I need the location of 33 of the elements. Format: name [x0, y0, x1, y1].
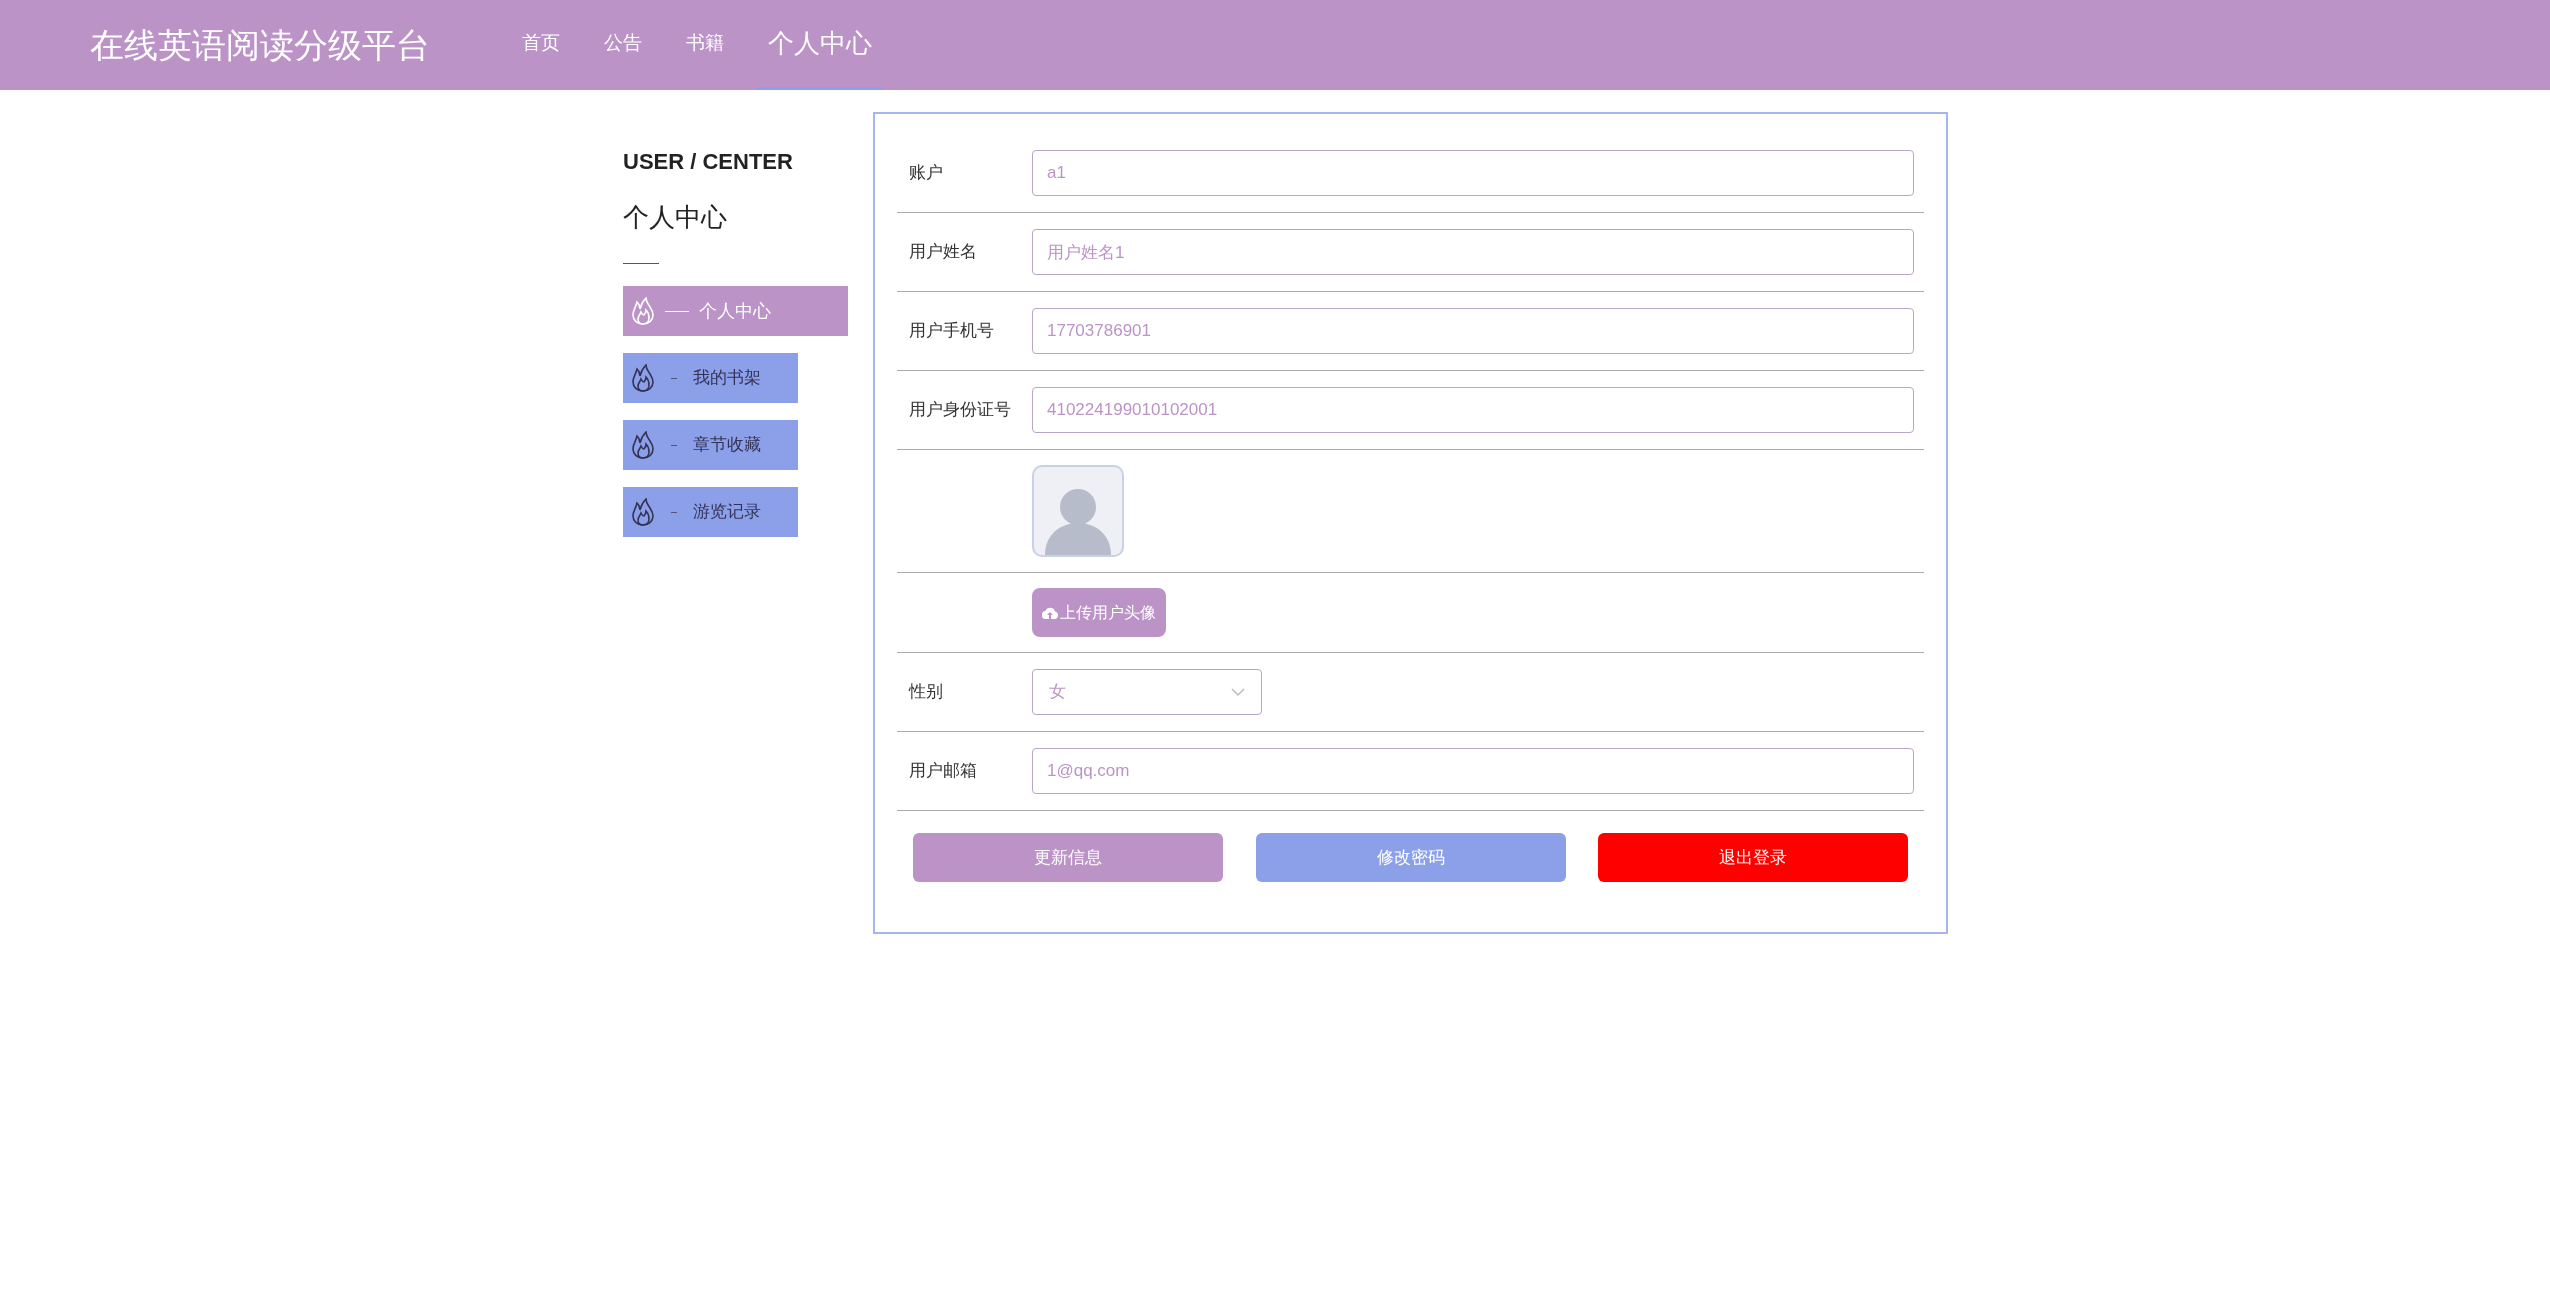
field-label: 用户姓名 — [909, 242, 977, 262]
cloud-upload-icon — [1042, 606, 1058, 619]
flame-icon — [631, 431, 655, 459]
field-label: 用户身份证号 — [909, 400, 1011, 420]
site-title: 在线英语阅读分级平台 — [90, 24, 430, 66]
section-heading: USER / CENTER — [623, 148, 794, 176]
input-field[interactable]: 410224199010102001 — [1032, 387, 1914, 433]
form-action-button[interactable]: 更新信息 — [913, 833, 1223, 882]
input-field[interactable]: a1 — [1032, 150, 1914, 196]
nav-link[interactable]: 书籍 — [674, 0, 736, 90]
upload-avatar-button[interactable]: 上传用户头像 — [1032, 588, 1166, 637]
sidebar-item[interactable]: 我的书架 — [623, 353, 798, 403]
nav-link[interactable]: 首页 — [510, 0, 572, 90]
flame-icon — [631, 297, 655, 325]
sidebar-item[interactable]: 个人中心 — [623, 286, 848, 336]
chevron-down-icon — [1231, 687, 1245, 697]
field-label: 账户 — [909, 163, 943, 183]
form-action-button[interactable]: 退出登录 — [1598, 833, 1908, 882]
field-label: 用户邮箱 — [909, 761, 977, 781]
field-label: 性别 — [909, 682, 943, 702]
input-field[interactable]: 用户姓名1 — [1032, 229, 1914, 275]
form-action-button[interactable]: 修改密码 — [1255, 833, 1566, 882]
section-title: 个人中心 — [623, 201, 728, 234]
gender-select[interactable]: 女 — [1032, 669, 1262, 715]
sidebar-item[interactable]: 游览记录 — [623, 487, 798, 537]
nav-link[interactable]: 公告 — [592, 0, 654, 90]
field-label: 用户手机号 — [909, 321, 994, 341]
flame-icon — [631, 364, 655, 392]
nav-link[interactable]: 个人中心 — [756, 0, 884, 90]
input-field[interactable]: 1@qq.com — [1032, 748, 1914, 794]
sidebar-item[interactable]: 章节收藏 — [623, 420, 798, 470]
flame-icon — [631, 498, 655, 526]
input-field[interactable]: 17703786901 — [1032, 308, 1914, 354]
